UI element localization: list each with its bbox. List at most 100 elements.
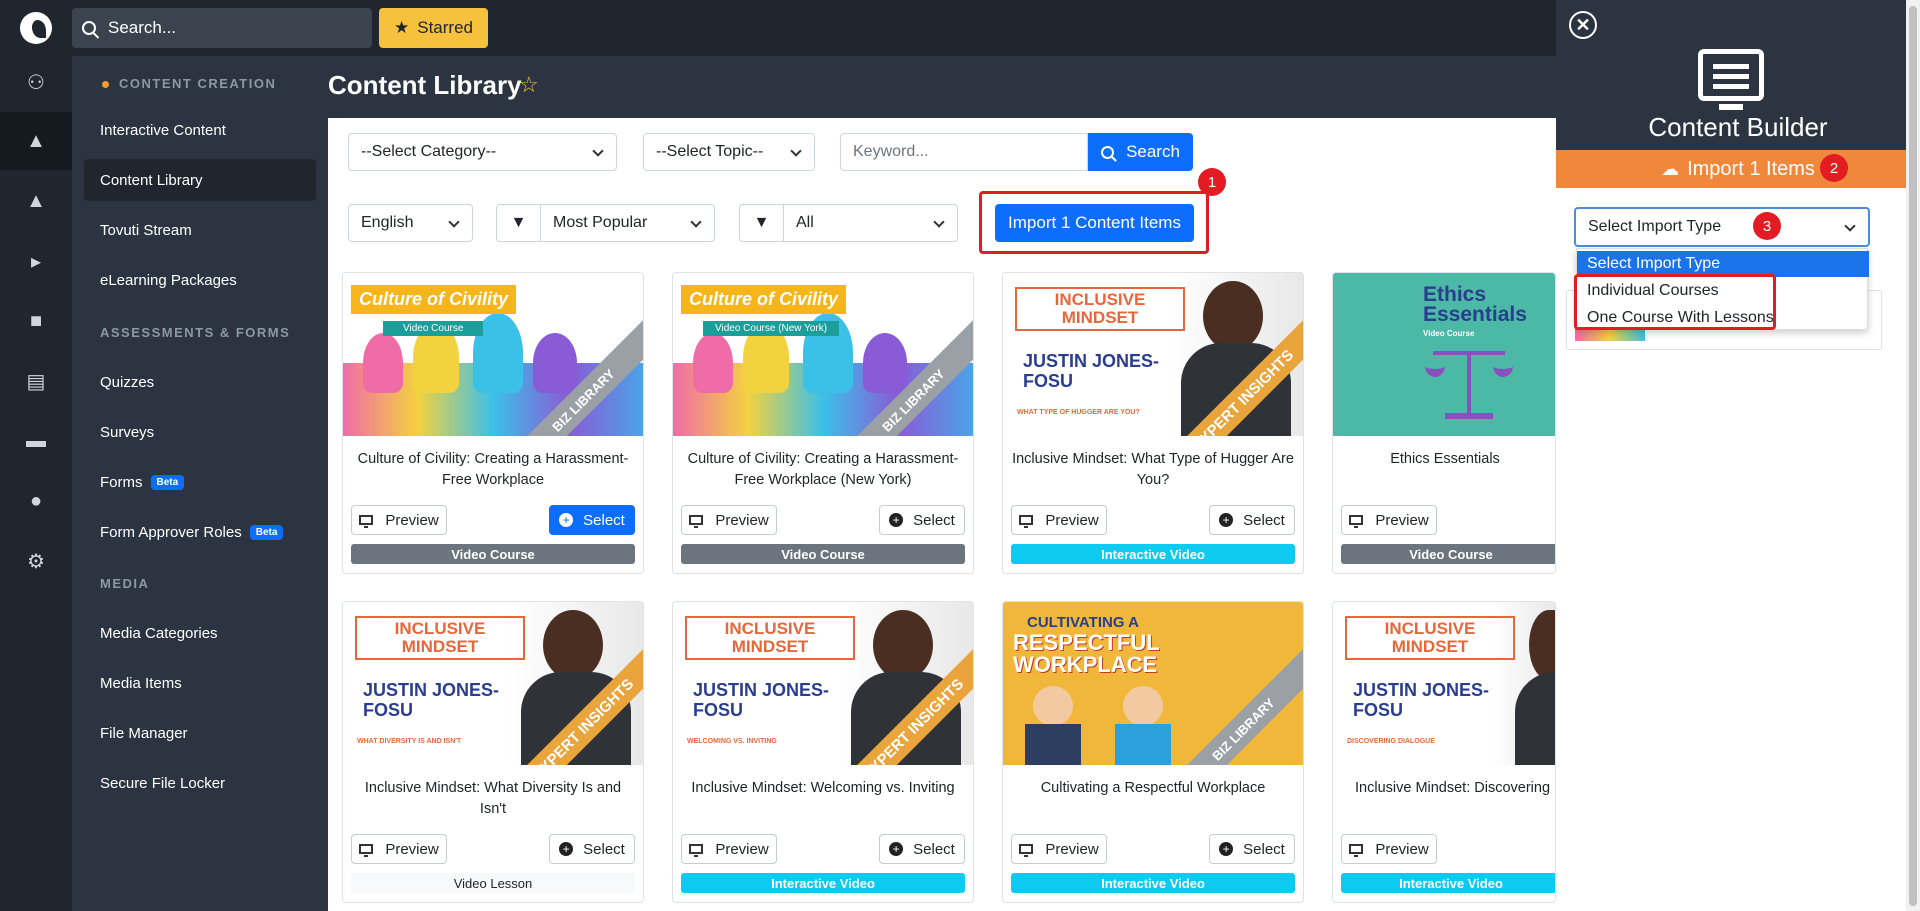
card-title: Culture of Civility: Creating a Harassme… [687,451,959,488]
monitor-icon [689,844,704,857]
palette-icon[interactable]: ● [0,472,72,530]
preview-button[interactable]: Preview [681,505,777,535]
content-type-badge: Interactive Video [1011,544,1295,564]
plus-circle-icon: + [559,842,574,856]
keyword-input[interactable]: Keyword... [840,133,1088,171]
card-title: Culture of Civility: Creating a Harassme… [357,451,629,488]
page-header: Content Library ☆ [328,56,1556,118]
chat-icon[interactable]: ▬ [0,412,72,470]
users-icon[interactable]: ⚇ [0,53,72,111]
sidebar-item-media-categories[interactable]: Media Categories [84,612,316,654]
preview-button[interactable]: Preview [681,834,777,864]
import-type-select[interactable]: Select Import Type [1574,207,1870,247]
sidebar-item-secure-file-locker[interactable]: Secure File Locker [84,762,316,804]
monitor-icon [359,844,374,857]
content-card: Culture of Civility Video Course BIZ LIB… [342,272,644,574]
sidebar-item-form-approver-roles[interactable]: Form Approver Roles Beta [84,511,316,553]
filter-icon: ▼ [496,204,540,242]
category-select[interactable]: --Select Category-- [348,133,617,171]
analytics-icon[interactable]: ▤ [0,352,72,410]
preview-button[interactable]: Preview [1011,505,1107,535]
card-thumbnail: Culture of Civility Video Course BIZ LIB… [343,273,643,436]
content-card: INCLUSIVE MINDSET JUSTIN JONES-FOSU WHAT… [1002,272,1304,574]
sidebar-item-content-library[interactable]: Content Library [84,159,316,201]
content-type-badge: Interactive Video [681,873,965,893]
scrollbar-thumb[interactable] [1909,6,1917,906]
card-thumbnail: INCLUSIVE MINDSET JUSTIN JONES-FOSU WHAT… [343,602,643,765]
section-content-creation: CONTENT CREATION [102,76,276,91]
graduation-cap-icon[interactable]: ▲ [0,172,72,230]
starred-button[interactable]: ★ Starred [379,8,488,48]
card-title: Inclusive Mindset: Discovering [1355,780,1551,796]
megaphone-icon[interactable]: ▸ [0,232,72,290]
plus-circle-icon: + [889,842,904,856]
preview-button[interactable]: Preview [351,505,447,535]
select-button[interactable]: + Select [879,505,965,535]
card-title: Inclusive Mindset: What Type of Hugger A… [1012,451,1294,488]
scrollbar[interactable] [1906,0,1920,911]
card-title: Inclusive Mindset: What Diversity Is and… [364,780,622,817]
content-card: Ethics Essentials Video Course Ethics Es… [1332,272,1556,574]
star-icon: ★ [394,18,410,37]
card-thumbnail: Culture of Civility Video Course (New Yo… [673,273,973,436]
starred-label: Starred [417,18,473,37]
search-button[interactable]: Search [1088,133,1193,171]
select-button[interactable]: + Select [549,834,635,864]
main-content: --Select Category-- --Select Topic-- Key… [328,118,1556,911]
beta-badge: Beta [249,524,284,540]
type-select[interactable]: All [783,204,958,242]
close-icon[interactable]: ✕ [1569,11,1597,39]
favorite-star-icon[interactable]: ☆ [519,72,539,98]
sidebar-item-tovuti-stream[interactable]: Tovuti Stream [84,209,316,251]
content-type-badge: Video Course [351,544,635,564]
monitor-icon [1019,844,1034,857]
card-thumbnail: INCLUSIVE MINDSET JUSTIN JONES-FOSU WHAT… [1003,273,1303,436]
select-button[interactable]: + Select [1209,834,1295,864]
import-items-button[interactable]: ☁ Import 1 Items [1556,150,1920,188]
select-button[interactable]: + Select [879,834,965,864]
sidebar-item-media-items[interactable]: Media Items [84,662,316,704]
annotation-badge-2: 2 [1820,154,1848,182]
panel-title: Content Builder [1648,112,1828,142]
monitor-icon [1349,515,1364,528]
chevron-down-icon [448,216,460,228]
sidebar-item-quizzes[interactable]: Quizzes [84,361,316,403]
gear-icon[interactable]: ⚙ [0,532,72,590]
section-assessments-forms: ASSESSMENTS & FORMS [100,325,291,340]
content-icon[interactable]: ▲ [0,112,72,170]
money-icon[interactable]: ■ [0,292,72,350]
page-title: Content Library [328,70,522,100]
monitor-icon [1349,844,1364,857]
card-thumbnail: INCLUSIVE MINDSET JUSTIN JONES-FOSU WELC… [673,602,973,765]
chevron-down-icon [592,145,604,157]
sidebar-item-surveys[interactable]: Surveys [84,411,316,453]
section-media: MEDIA [100,576,150,591]
sort-select[interactable]: Most Popular [540,204,715,242]
card-thumbnail: CULTIVATING A RESPECTFUL WORKPLACE BIZ L… [1003,602,1303,765]
monitor-icon [359,515,374,528]
content-type-badge: Video Course [1341,544,1555,564]
cloud-upload-icon: ☁ [1661,158,1680,179]
app-logo[interactable] [20,12,52,44]
preview-button[interactable]: Preview [1341,505,1437,535]
content-type-badge: Interactive Video [1341,873,1555,893]
content-type-badge: Interactive Video [1011,873,1295,893]
card-title: Cultivating a Respectful Workplace [1040,780,1266,796]
content-builder-panel: ✕ Content Builder ☁ Import 1 Items 2 Sele… [1556,0,1920,911]
select-button[interactable]: + Select [549,505,635,535]
preview-button[interactable]: Preview [1011,834,1107,864]
preview-button[interactable]: Preview [351,834,447,864]
monitor-icon [1019,515,1034,528]
sidebar-item-forms[interactable]: Forms Beta [84,461,316,503]
select-button[interactable]: + Select [1209,505,1295,535]
sidebar-item-interactive-content[interactable]: Interactive Content [84,109,316,151]
preview-button[interactable]: Preview [1341,834,1437,864]
language-select[interactable]: English [348,204,473,242]
content-card: INCLUSIVE MINDSET JUSTIN JONES-FOSU DISC… [1332,601,1556,903]
topic-select[interactable]: --Select Topic-- [643,133,815,171]
sidebar-item-file-manager[interactable]: File Manager [84,712,316,754]
global-search-input[interactable]: Search... [72,8,372,48]
sidebar-item-elearning-packages[interactable]: eLearning Packages [84,259,316,301]
chevron-down-icon [1844,220,1856,232]
chevron-down-icon [690,216,702,228]
